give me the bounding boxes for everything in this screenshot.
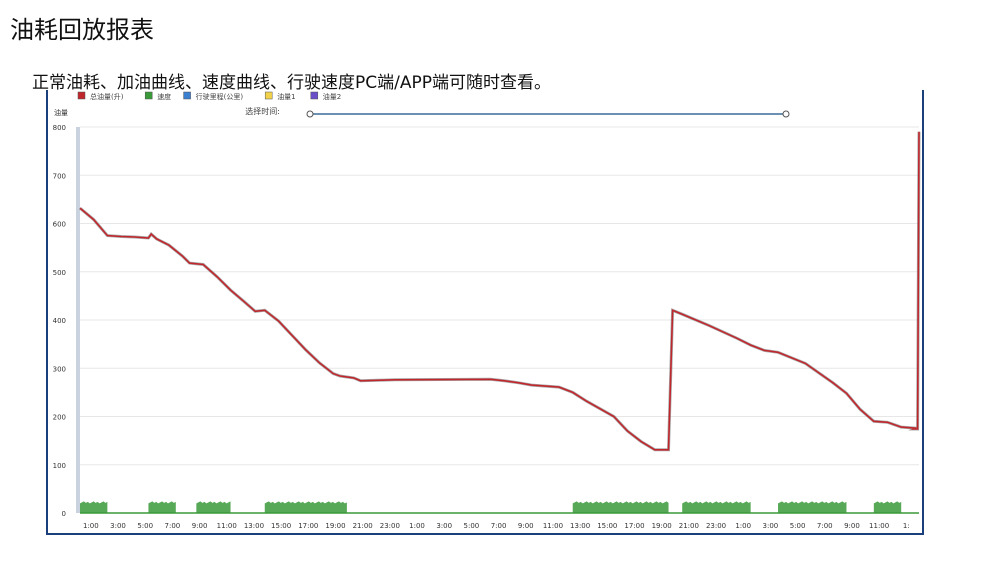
x-tick-label: 3:00: [110, 522, 126, 530]
x-tick-label: 1:00: [409, 522, 425, 530]
speed-segment: [80, 501, 108, 513]
chart-legend: 总油量(升) 速度 行驶里程(公里) 油量1 油量2: [77, 91, 341, 101]
range-handle-start[interactable]: [306, 110, 314, 118]
x-tick-label: 1:: [903, 522, 910, 530]
x-tick-label: 17:00: [298, 522, 318, 530]
y-tick-label: 600: [53, 221, 66, 229]
y-tick-label: 300: [53, 365, 66, 373]
x-tick-label: 13:00: [570, 522, 590, 530]
fuel-line: [79, 131, 920, 451]
slide-title: 油耗回放报表: [10, 16, 154, 44]
y-tick-label: 500: [53, 269, 66, 277]
scroll-bar-left[interactable]: [76, 127, 80, 513]
x-tick-label: 9:00: [844, 522, 860, 530]
x-tick-label: 13:00: [244, 522, 264, 530]
x-tick-label: 23:00: [380, 522, 400, 530]
x-tick-label: 7:00: [491, 522, 507, 530]
legend-swatch: [144, 91, 153, 100]
legend-label: 油量1: [277, 92, 295, 101]
x-tick-label: 3:00: [763, 522, 779, 530]
x-tick-labels: 1:00 3:00 5:00 7:00 9:00 11:00 13:00 15:00 17:00…: [83, 522, 910, 530]
y-tick-label: 800: [53, 124, 66, 132]
speed-segment: [778, 501, 847, 513]
x-tick-label: 11:00: [217, 522, 237, 530]
y-axis-label: 油量: [54, 108, 68, 117]
legend-swatch: [264, 91, 273, 100]
y-tick-label: 100: [53, 462, 66, 470]
speed-series: [80, 501, 919, 514]
x-tick-label: 5:00: [790, 522, 806, 530]
legend-label: 速度: [157, 92, 171, 101]
speed-segment: [264, 501, 347, 513]
x-tick-label: 9:00: [192, 522, 208, 530]
legend-swatch: [183, 91, 191, 100]
legend-swatch: [77, 91, 86, 100]
y-tick-label: 700: [53, 172, 66, 180]
x-tick-label: 19:00: [652, 522, 672, 530]
x-tick-label: 3:00: [436, 522, 452, 530]
speed-segment: [572, 501, 669, 513]
x-tick-label: 15:00: [271, 522, 291, 530]
range-label: 选择时间:: [245, 106, 280, 116]
x-tick-label: 23:00: [706, 522, 726, 530]
legend-label: 油量2: [323, 92, 341, 101]
speed-segment: [196, 501, 231, 513]
x-tick-label: 11:00: [543, 522, 563, 530]
x-tick-label: 21:00: [353, 522, 373, 530]
x-tick-label: 7:00: [817, 522, 833, 530]
x-tick-label: 15:00: [597, 522, 617, 530]
x-tick-label: 21:00: [679, 522, 699, 530]
x-tick-label: 19:00: [325, 522, 345, 530]
y-tick-labels: 0 100 200 300 400 500 600 700 800: [53, 124, 66, 518]
fuel-line-shadow: [79, 131, 921, 452]
fuel-chart: 总油量(升) 速度 行驶里程(公里) 油量1 油量2 选择时间: 油量 0 100 200 3…: [53, 91, 921, 530]
x-tick-label: 5:00: [464, 522, 480, 530]
x-tick-label: 5:00: [137, 522, 153, 530]
legend-swatch: [310, 91, 319, 100]
legend-label: 行驶里程(公里): [196, 92, 244, 101]
x-tick-label: 11:00: [869, 522, 889, 530]
x-tick-label: 17:00: [624, 522, 644, 530]
speed-segment: [682, 501, 751, 513]
chart-container: 总油量(升) 速度 行驶里程(公里) 油量1 油量2 选择时间: 油量 0 100 200 3…: [46, 90, 924, 535]
x-tick-label: 7:00: [165, 522, 181, 530]
y-tick-label: 400: [53, 317, 66, 325]
grid-lines: [80, 126, 919, 514]
legend-label: 总油量(升): [90, 92, 124, 101]
y-tick-label: 0: [62, 510, 66, 518]
range-handle-end[interactable]: [782, 110, 790, 118]
x-tick-label: 1:00: [735, 522, 751, 530]
x-tick-label: 1:00: [83, 522, 99, 530]
y-tick-label: 200: [53, 414, 66, 422]
speed-segment: [148, 501, 176, 513]
speed-segment: [873, 501, 902, 513]
fuel-series: [79, 131, 921, 452]
x-tick-label: 9:00: [518, 522, 534, 530]
